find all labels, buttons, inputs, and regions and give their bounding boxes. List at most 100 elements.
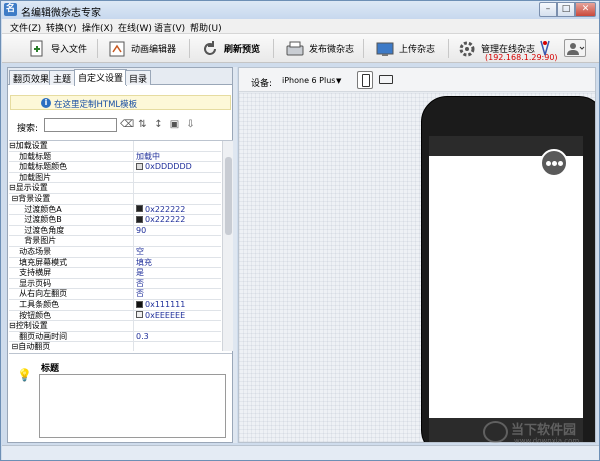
property-row[interactable]: 支持横屏是 <box>9 268 221 279</box>
property-value[interactable] <box>136 321 221 331</box>
menu-online[interactable]: 在线(W) <box>118 21 152 34</box>
property-row[interactable]: 背景图片 <box>9 236 221 247</box>
portrait-orientation-button[interactable] <box>357 71 373 89</box>
property-value[interactable]: 是 <box>136 268 221 278</box>
property-value[interactable]: 0x111111 <box>136 300 221 310</box>
property-value[interactable]: 0.3 <box>136 332 221 342</box>
property-row[interactable]: 加载标题颜色 0xDDDDDD <box>9 162 221 173</box>
property-row[interactable]: 工具条颜色 0x111111 <box>9 300 221 311</box>
close-button[interactable]: ✕ <box>575 2 596 17</box>
landscape-orientation-button[interactable] <box>379 75 393 84</box>
property-row[interactable]: 加载图片 <box>9 172 221 184</box>
watermark-logo <box>483 421 508 443</box>
property-value[interactable]: 加载中 <box>136 152 221 162</box>
save-icon[interactable]: ▣ <box>168 118 181 131</box>
tab-theme[interactable]: 主题 <box>49 70 76 85</box>
property-row[interactable]: ⊟背景设置 <box>9 194 221 205</box>
property-value-text: 90 <box>136 225 147 235</box>
property-name: 过渡颜色A <box>9 204 134 215</box>
import-settings-icon[interactable]: ⇩ <box>184 118 197 131</box>
property-name: 显示页码 <box>9 278 134 289</box>
more-options-button[interactable] <box>540 149 568 177</box>
property-row[interactable]: ⊟加载设置 <box>9 141 221 152</box>
property-value[interactable] <box>136 194 221 204</box>
maximize-button[interactable]: □ <box>557 2 575 17</box>
property-value[interactable] <box>136 183 221 193</box>
property-value[interactable] <box>136 342 221 351</box>
color-swatch-icon[interactable] <box>136 300 143 308</box>
property-row[interactable]: 填充屏幕模式 填充 <box>9 257 221 269</box>
property-value-text: 0x222222 <box>145 204 186 214</box>
import-file-button[interactable]: 导入文件 <box>28 37 87 60</box>
property-name: 工具条颜色 <box>9 300 134 310</box>
device-select[interactable]: iPhone 6 Plus <box>282 76 335 85</box>
property-value[interactable]: 填充 <box>136 258 221 268</box>
property-value[interactable]: 0xDDDDDD <box>136 162 221 172</box>
user-icon <box>567 43 585 55</box>
property-row[interactable]: 翻页动画时间 0.3 <box>9 331 221 343</box>
more-dot-icon <box>546 161 551 166</box>
property-value-text: 填充 <box>136 257 152 267</box>
property-value[interactable]: 0x222222 <box>136 205 221 215</box>
scrollbar-thumb[interactable] <box>225 157 232 235</box>
property-value[interactable]: 0xEEEEEE <box>136 311 221 321</box>
property-row[interactable]: 过渡色角度 90 <box>9 225 221 237</box>
sort-alpha-icon[interactable]: ↕ <box>152 118 165 131</box>
color-swatch-icon[interactable] <box>136 162 143 170</box>
property-row[interactable]: 显示页码否 <box>9 278 221 290</box>
minimize-button[interactable]: – <box>539 2 557 17</box>
device-label: 设备: <box>251 79 273 89</box>
property-row[interactable]: ⊟控制设置 <box>9 321 221 332</box>
property-row[interactable]: 过渡颜色A 0x222222 <box>9 204 221 216</box>
search-label: 搜索: <box>17 124 39 134</box>
sort-category-icon[interactable]: ⇅ <box>136 118 149 131</box>
property-value[interactable]: 否 <box>136 289 221 299</box>
property-value[interactable] <box>136 141 221 151</box>
property-row[interactable]: 加载标题 加载中 <box>9 151 221 163</box>
property-grid-scrollbar[interactable] <box>222 141 233 351</box>
property-value[interactable]: 90 <box>136 226 221 236</box>
menu-file[interactable]: 文件(Z) <box>10 21 41 34</box>
tab-toc[interactable]: 目录 <box>125 70 152 85</box>
menu-convert[interactable]: 转换(Y) <box>46 21 77 34</box>
refresh-preview-button[interactable]: 刷新预览 <box>201 37 260 60</box>
property-value[interactable]: 否 <box>136 279 221 289</box>
property-row[interactable]: 按钮颜色 0xEEEEEE <box>9 310 221 322</box>
phone-screen[interactable] <box>429 156 583 418</box>
property-row[interactable]: ⊟显示设置 <box>9 183 221 194</box>
upload-magazine-button[interactable]: 上传杂志 <box>376 37 435 60</box>
property-row[interactable]: 过渡颜色B 0x222222 <box>9 215 221 226</box>
property-name: 从右向左翻页 <box>9 289 134 300</box>
property-name: 加载图片 <box>9 172 134 183</box>
menu-operation[interactable]: 操作(X) <box>82 21 113 34</box>
color-swatch-icon[interactable] <box>136 215 143 223</box>
toolbar-divider <box>97 39 98 58</box>
publish-magazine-button[interactable]: 发布微杂志 <box>286 37 354 60</box>
animation-editor-button[interactable]: 动画编辑器 <box>108 37 176 60</box>
property-value[interactable] <box>136 173 221 183</box>
property-name: 填充屏幕模式 <box>9 257 134 268</box>
color-swatch-icon[interactable] <box>136 205 143 213</box>
tab-page-effect[interactable]: 翻页效果 <box>9 70 54 85</box>
publish-magazine-label: 发布微杂志 <box>309 45 355 55</box>
panel-splitter[interactable] <box>233 67 237 443</box>
property-value-text: 否 <box>136 278 144 288</box>
property-row[interactable]: 从右向左翻页否 <box>9 289 221 300</box>
property-value[interactable]: 0x222222 <box>136 215 221 225</box>
menu-help[interactable]: 帮助(U) <box>190 21 222 34</box>
customize-template-link[interactable]: 在这里定制HTML模板 <box>54 98 137 110</box>
clear-search-icon[interactable]: ⌫ <box>120 118 134 131</box>
search-input[interactable] <box>44 118 117 132</box>
property-row[interactable]: 动态场景空 <box>9 247 221 258</box>
property-value[interactable]: 空 <box>136 247 221 257</box>
property-name: 动态场景 <box>9 247 134 257</box>
user-account-button[interactable] <box>564 39 586 57</box>
property-row[interactable]: ⊟自动翻页 <box>9 342 221 351</box>
chevron-down-icon[interactable]: ▼ <box>336 77 341 85</box>
refresh-icon <box>204 40 216 55</box>
tab-custom-settings[interactable]: 自定义设置 <box>74 69 128 86</box>
description-text-box[interactable] <box>39 374 226 438</box>
menu-language[interactable]: 语言(V) <box>154 21 185 34</box>
property-value[interactable] <box>136 236 221 246</box>
color-swatch-icon[interactable] <box>136 311 143 319</box>
